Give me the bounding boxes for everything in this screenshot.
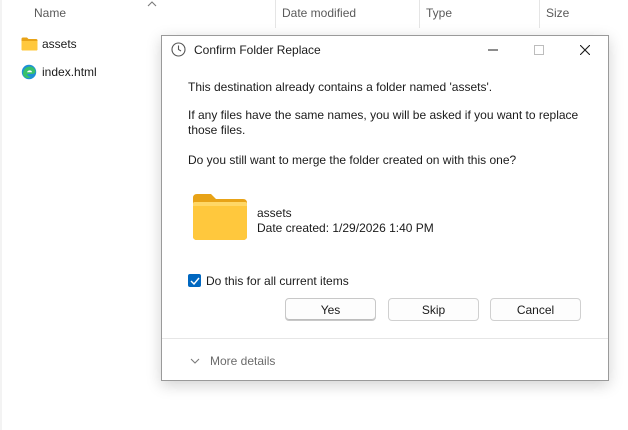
minimize-icon bbox=[488, 49, 498, 51]
file-row-index-html[interactable]: index.html bbox=[20, 62, 97, 82]
footer-divider bbox=[162, 338, 608, 339]
folder-icon bbox=[20, 36, 38, 52]
file-name: index.html bbox=[42, 65, 97, 79]
yes-button[interactable]: Yes bbox=[285, 298, 376, 321]
apply-all-checkbox[interactable] bbox=[188, 274, 201, 287]
dialog-title: Confirm Folder Replace bbox=[194, 43, 321, 57]
navigation-pane-edge bbox=[0, 0, 2, 430]
column-name[interactable]: Name bbox=[34, 6, 66, 20]
more-details-toggle[interactable]: More details bbox=[190, 354, 275, 368]
column-size[interactable]: Size bbox=[546, 6, 569, 20]
dialog-titlebar[interactable]: Confirm Folder Replace bbox=[162, 36, 608, 64]
maximize-icon bbox=[534, 45, 544, 55]
close-button[interactable] bbox=[562, 36, 608, 64]
file-row-assets[interactable]: assets bbox=[20, 34, 77, 54]
minimize-button[interactable] bbox=[470, 36, 516, 64]
confirm-folder-replace-dialog: Confirm Folder Replace This destination … bbox=[161, 35, 609, 381]
clock-icon bbox=[171, 42, 186, 57]
merge-question: Do you still want to merge the folder cr… bbox=[188, 153, 517, 167]
folder-icon bbox=[193, 194, 247, 240]
file-name: assets bbox=[42, 37, 77, 51]
replace-files-message: If any files have the same names, you wi… bbox=[188, 108, 579, 137]
column-divider[interactable] bbox=[539, 0, 540, 28]
sort-ascending-icon bbox=[147, 1, 157, 7]
folder-name: assets bbox=[257, 206, 292, 220]
skip-button[interactable]: Skip bbox=[388, 298, 479, 321]
cancel-button[interactable]: Cancel bbox=[490, 298, 581, 321]
checkmark-icon bbox=[190, 277, 200, 285]
close-icon bbox=[580, 45, 590, 55]
column-type[interactable]: Type bbox=[426, 6, 452, 20]
more-details-label: More details bbox=[210, 354, 276, 368]
chevron-down-icon bbox=[190, 358, 200, 364]
column-divider[interactable] bbox=[419, 0, 420, 28]
column-header: Name Date modified Type Size bbox=[0, 0, 628, 28]
edge-icon bbox=[20, 64, 38, 80]
destination-message: This destination already contains a fold… bbox=[188, 80, 493, 94]
column-divider[interactable] bbox=[275, 0, 276, 28]
column-date-modified[interactable]: Date modified bbox=[282, 6, 356, 20]
apply-all-label[interactable]: Do this for all current items bbox=[206, 274, 349, 288]
folder-date-created: Date created: 1/29/2026 1:40 PM bbox=[257, 221, 434, 235]
maximize-button bbox=[516, 36, 562, 64]
